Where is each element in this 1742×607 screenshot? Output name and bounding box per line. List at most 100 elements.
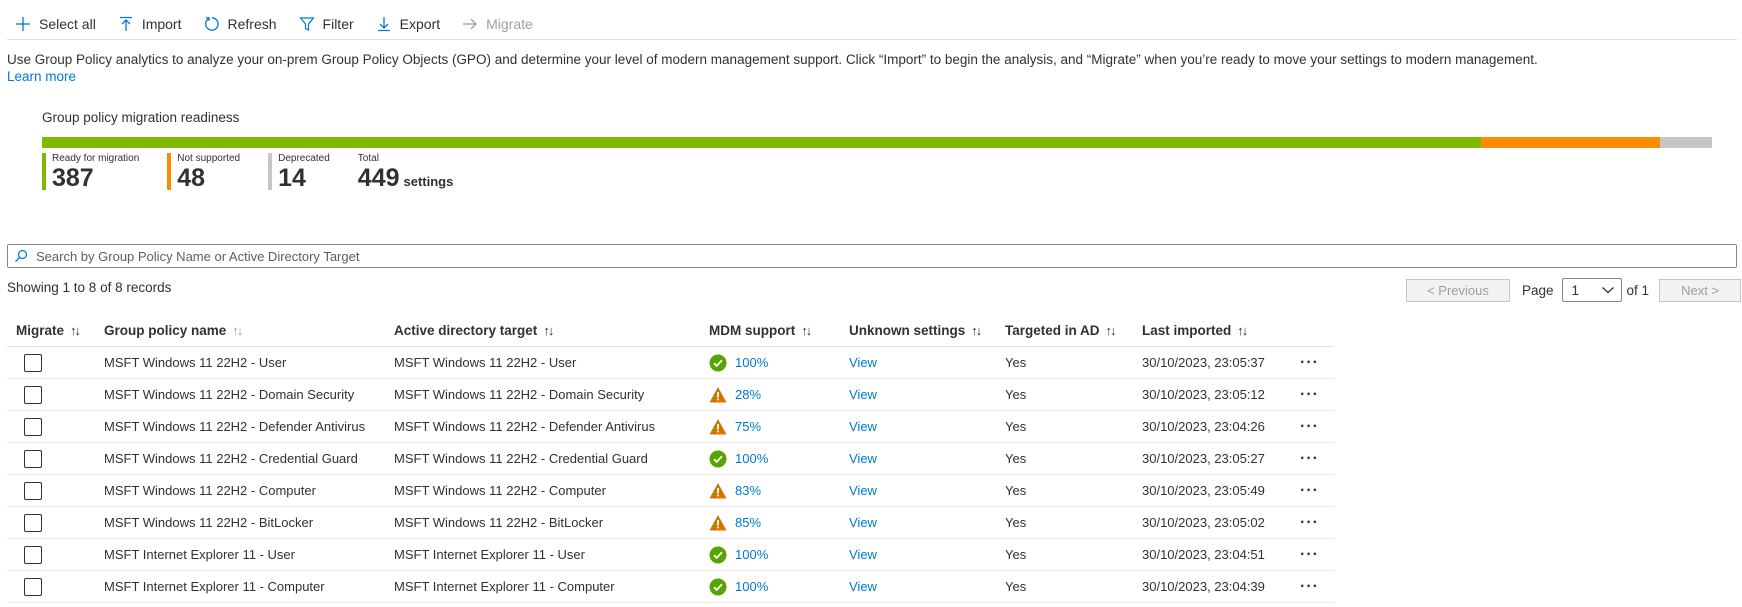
col-last-imported[interactable]: Last imported ↑↓ (1142, 315, 1248, 346)
previous-button[interactable]: < Previous (1406, 278, 1510, 302)
export-button[interactable]: Export (368, 10, 448, 38)
legend-deprecated-swatch (268, 153, 273, 190)
more-icon: ··· (1300, 513, 1319, 531)
row-more-button[interactable]: ··· (1300, 507, 1319, 538)
row-checkbox-cell (7, 379, 42, 410)
filter-button[interactable]: Filter (291, 10, 362, 38)
col-ad-target[interactable]: Active directory target ↑↓ (394, 315, 554, 346)
sort-icon: ↑↓ (1237, 323, 1248, 338)
row-ad-target: MSFT Windows 11 22H2 - Domain Security (394, 387, 645, 402)
export-label: Export (399, 15, 441, 32)
table-row[interactable]: MSFT Internet Explorer 11 - User MSFT In… (7, 539, 1334, 571)
table-row[interactable]: MSFT Windows 11 22H2 - User MSFT Windows… (7, 347, 1334, 379)
import-button[interactable]: Import (110, 10, 190, 38)
row-checkbox-cell (7, 507, 42, 538)
col-mdm[interactable]: MDM support ↑↓ (709, 315, 812, 346)
row-policy-name: MSFT Windows 11 22H2 - Credential Guard (104, 451, 358, 466)
select-all-button[interactable]: Select all (7, 10, 104, 38)
readiness-bar-ready (42, 137, 1482, 148)
arrow-right-icon (461, 15, 479, 33)
row-mdm-support: 100% (709, 571, 768, 602)
row-checkbox-cell (7, 347, 42, 378)
mdm-percent-link[interactable]: 100% (735, 355, 768, 370)
learn-more-link[interactable]: Learn more (7, 68, 76, 85)
col-migrate[interactable]: Migrate ↑↓ (16, 315, 81, 346)
page: Select all Import Refresh Filter Export (0, 0, 1742, 607)
row-more-button[interactable]: ··· (1300, 411, 1319, 442)
row-checkbox[interactable] (24, 353, 42, 372)
search-input[interactable] (34, 246, 1736, 266)
row-checkbox-cell (7, 571, 42, 602)
table-body: MSFT Windows 11 22H2 - User MSFT Windows… (7, 347, 1334, 603)
next-button[interactable]: Next > (1659, 278, 1742, 302)
row-checkbox[interactable] (24, 577, 42, 596)
mdm-percent-link[interactable]: 28% (735, 387, 761, 402)
mdm-percent-link[interactable]: 85% (735, 515, 761, 530)
check-circle-icon (709, 578, 727, 596)
row-last-imported: 30/10/2023, 23:04:39 (1142, 579, 1265, 594)
row-checkbox[interactable] (24, 417, 42, 436)
sort-icon: ↑↓ (971, 323, 982, 338)
mdm-percent-link[interactable]: 100% (735, 451, 768, 466)
mdm-percent-link[interactable]: 75% (735, 419, 761, 434)
row-checkbox[interactable] (24, 513, 42, 532)
row-last-imported: 30/10/2023, 23:05:27 (1142, 451, 1265, 466)
view-link[interactable]: View (849, 579, 877, 594)
view-link[interactable]: View (849, 515, 877, 530)
row-more-button[interactable]: ··· (1300, 539, 1319, 570)
readiness-bar (42, 137, 1712, 148)
mdm-percent-link[interactable]: 83% (735, 483, 761, 498)
table-row[interactable]: MSFT Windows 11 22H2 - Domain Security M… (7, 379, 1334, 411)
row-mdm-support: 100% (709, 347, 768, 378)
table-row[interactable]: MSFT Internet Explorer 11 - Computer MSF… (7, 571, 1334, 603)
search-box (7, 244, 1737, 268)
row-ad-target: MSFT Windows 11 22H2 - BitLocker (394, 515, 604, 530)
import-label: Import (141, 15, 182, 32)
row-targeted-in-ad: Yes (1005, 355, 1027, 370)
col-name[interactable]: Group policy name ↑↓ (104, 315, 243, 346)
row-more-button[interactable]: ··· (1300, 379, 1319, 410)
page-select[interactable]: 1 (1561, 278, 1622, 302)
row-policy-name: MSFT Internet Explorer 11 - Computer (104, 579, 325, 594)
row-mdm-support: 83% (709, 475, 761, 506)
row-more-button[interactable]: ··· (1300, 475, 1319, 506)
pagination: < Previous Page 1 of 1 Next > (1406, 278, 1742, 302)
row-mdm-support: 100% (709, 539, 768, 570)
row-unknown-settings: View (849, 507, 877, 538)
command-bar: Select all Import Refresh Filter Export (7, 8, 1737, 40)
mdm-percent-link[interactable]: 100% (735, 579, 768, 594)
view-link[interactable]: View (849, 387, 877, 402)
view-link[interactable]: View (849, 419, 877, 434)
sort-icon: ↑↓ (70, 323, 81, 338)
refresh-icon (203, 15, 221, 33)
row-checkbox[interactable] (24, 449, 42, 468)
mdm-percent-link[interactable]: 100% (735, 547, 768, 562)
legend-ready-value: 387 (52, 164, 94, 192)
col-unknown[interactable]: Unknown settings ↑↓ (849, 315, 982, 346)
row-checkbox[interactable] (24, 545, 42, 564)
row-more-button[interactable]: ··· (1300, 571, 1319, 602)
row-unknown-settings: View (849, 379, 877, 410)
view-link[interactable]: View (849, 355, 877, 370)
view-link[interactable]: View (849, 451, 877, 466)
row-more-button[interactable]: ··· (1300, 443, 1319, 474)
more-icon: ··· (1300, 577, 1319, 595)
table-row[interactable]: MSFT Windows 11 22H2 - BitLocker MSFT Wi… (7, 507, 1334, 539)
more-icon: ··· (1300, 545, 1319, 563)
table-row[interactable]: MSFT Windows 11 22H2 - Defender Antiviru… (7, 411, 1334, 443)
view-link[interactable]: View (849, 547, 877, 562)
refresh-label: Refresh (227, 15, 277, 32)
view-link[interactable]: View (849, 483, 877, 498)
col-targeted[interactable]: Targeted in AD ↑↓ (1005, 315, 1117, 346)
row-policy-name: MSFT Internet Explorer 11 - User (104, 547, 295, 562)
warning-icon (709, 482, 727, 500)
col-mdm-label: MDM support (709, 323, 796, 338)
table-row[interactable]: MSFT Windows 11 22H2 - Credential Guard … (7, 443, 1334, 475)
refresh-button[interactable]: Refresh (196, 10, 285, 38)
table-row[interactable]: MSFT Windows 11 22H2 - Computer MSFT Win… (7, 475, 1334, 507)
row-targeted-in-ad: Yes (1005, 483, 1027, 498)
row-checkbox[interactable] (24, 385, 42, 404)
row-more-button[interactable]: ··· (1300, 347, 1319, 378)
row-checkbox[interactable] (24, 481, 42, 500)
migrate-button[interactable]: Migrate (454, 10, 541, 38)
